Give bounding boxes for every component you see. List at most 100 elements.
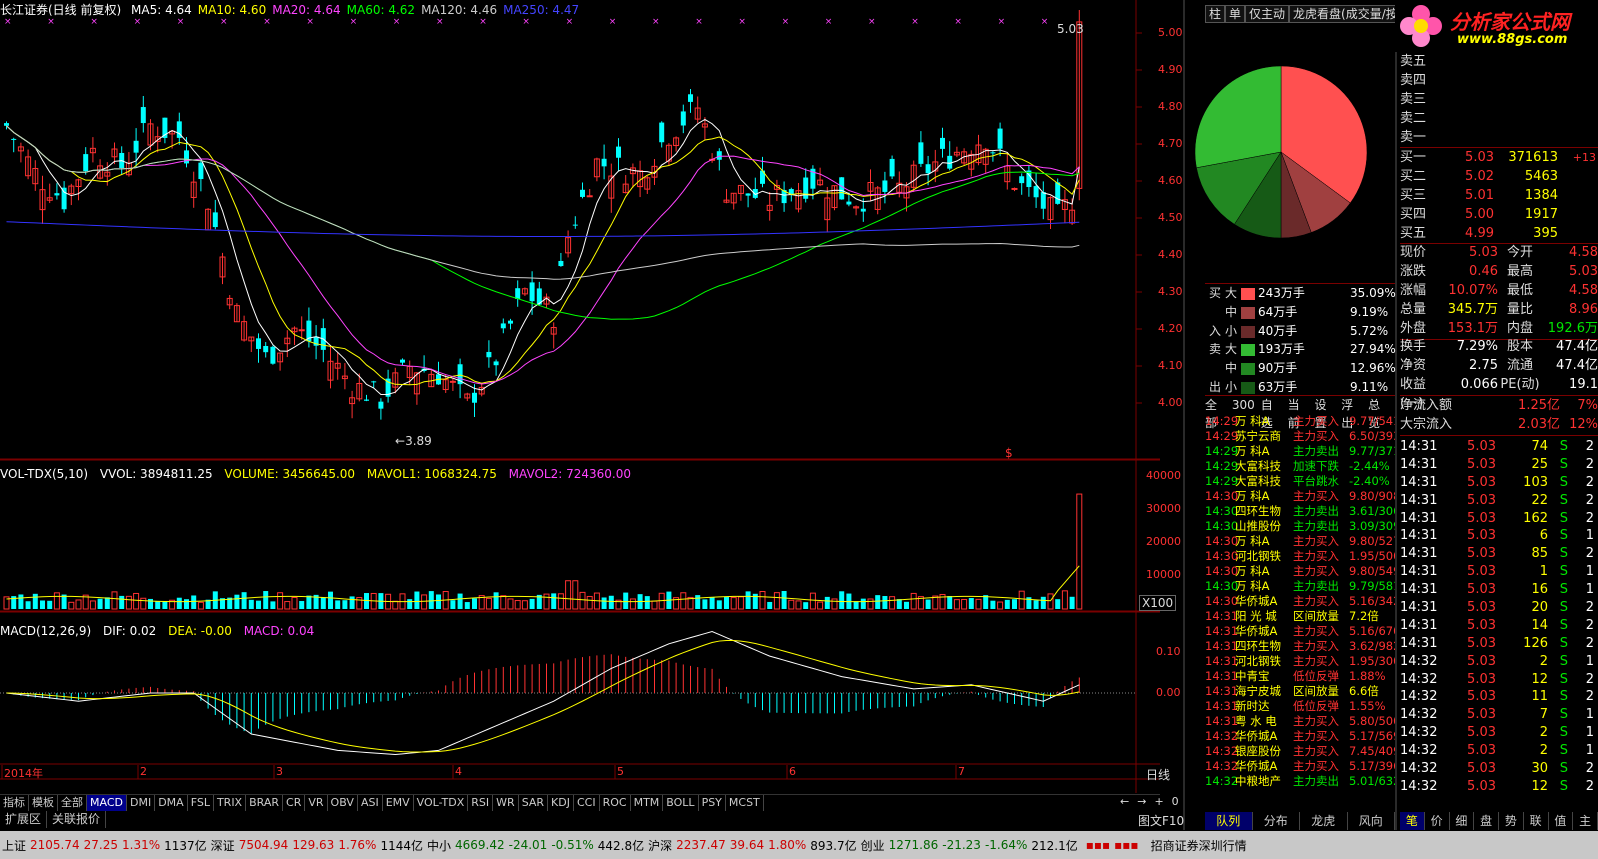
indicator-tab[interactable]: CCI xyxy=(574,795,600,811)
bottom-left-tab[interactable]: 龙虎 xyxy=(1300,812,1348,830)
indicator-tab[interactable]: PSY xyxy=(699,795,726,811)
flow-volume: 243万手 xyxy=(1258,286,1305,300)
right-panel-tab[interactable]: 单 xyxy=(1225,5,1246,23)
news-row[interactable]: 14:32银座股份主力买入 7.45/409 xyxy=(1205,744,1395,759)
indicator-tab[interactable]: OBV xyxy=(328,795,358,811)
indicator-tab[interactable]: TRIX xyxy=(214,795,247,811)
indicator-tab[interactable]: VR xyxy=(305,795,328,811)
stock-title[interactable]: 长江证券(日线 前复权) xyxy=(0,3,121,17)
flow-color-swatch xyxy=(1241,381,1255,394)
indicator-tab[interactable]: MCST xyxy=(726,795,764,811)
indicator-tab[interactable]: CR xyxy=(283,795,306,811)
indicator-tab[interactable]: RSI xyxy=(468,795,494,811)
news-row[interactable]: 14:31 新时达 低位反弹 1.55% xyxy=(1205,699,1395,714)
news-tab[interactable]: 总览 xyxy=(1368,396,1389,430)
quote-label: 股本 xyxy=(1506,339,1533,354)
news-tab[interactable]: 全部 xyxy=(1205,396,1226,430)
indicator-tab[interactable]: FSL xyxy=(188,795,214,811)
indicator-tab[interactable]: 模板 xyxy=(29,795,58,811)
news-row[interactable]: 14:31华侨城A 主力买入 5.16/670 xyxy=(1205,624,1395,639)
nav-arrow-button[interactable]: 0 xyxy=(1172,795,1179,808)
news-row[interactable]: 14:30河北钢铁主力买入 1.95/500 xyxy=(1205,549,1395,564)
news-row[interactable]: 14:32华侨城A 主力买入 5.17/569 xyxy=(1205,729,1395,744)
nav-arrow-button[interactable]: → xyxy=(1137,795,1146,808)
indicator-tab[interactable]: EMV xyxy=(383,795,414,811)
order-label: 卖一 xyxy=(1400,130,1427,145)
news-tab[interactable]: 自选 xyxy=(1261,396,1282,430)
news-row[interactable]: 14:32中粮地产主力卖出 5.01/632 xyxy=(1205,774,1395,789)
price-high-label: 5.03 xyxy=(1057,22,1084,36)
nav-arrow-button[interactable]: ← xyxy=(1120,795,1129,808)
news-row[interactable]: 14:31 阳 光 城 区间放量 7.2倍 xyxy=(1205,609,1395,624)
volume-bar xyxy=(702,599,708,609)
index-quote-item: 442.8亿 xyxy=(597,838,645,853)
news-row[interactable]: 14:31河北钢铁主力买入 1.95/300 xyxy=(1205,654,1395,669)
volume-bar xyxy=(997,601,1004,610)
right-panel-tab[interactable]: 柱 xyxy=(1205,5,1226,23)
bottom-left-tab[interactable]: 分布 xyxy=(1253,812,1300,830)
bottom-right-tab[interactable]: 细 xyxy=(1450,812,1475,830)
indicator-tab[interactable]: DMA xyxy=(155,795,188,811)
extension-tab[interactable]: 关联报价 xyxy=(47,811,107,828)
news-row[interactable]: 14:32华侨城A 主力买入 5.17/396 xyxy=(1205,759,1395,774)
tick-count: 2 xyxy=(1585,510,1594,526)
news-tab[interactable]: 300 xyxy=(1232,396,1255,414)
bottom-right-tab[interactable]: 价 xyxy=(1425,812,1450,830)
bottom-right-tab[interactable]: 笔 xyxy=(1400,812,1425,830)
news-row[interactable]: 14:31 海宁皮城 区间放量 6.6倍 xyxy=(1205,684,1395,699)
news-row[interactable]: 14:30万 科A 主力买入 9.80/549 xyxy=(1205,564,1395,579)
news-row[interactable]: 14:30万 科A 主力卖出 9.79/581 xyxy=(1205,579,1395,594)
candle-body xyxy=(54,193,60,196)
index-quote-item: 创业 xyxy=(860,838,885,853)
news-tab[interactable]: 设置 xyxy=(1314,396,1335,430)
indicator-tab[interactable]: MTM xyxy=(631,795,664,811)
extension-tab[interactable]: 扩展区 xyxy=(0,811,48,828)
bottom-right-tab[interactable]: 盘 xyxy=(1474,812,1499,830)
indicator-tab[interactable]: 指标 xyxy=(0,795,29,811)
news-row[interactable]: 14:31四环生物主力买入 3.62/982 xyxy=(1205,639,1395,654)
news-row[interactable]: 14:30万 科A 主力买入 9.80/908 xyxy=(1205,489,1395,504)
news-row[interactable]: 14:29苏宁云商主力买入 6.50/393 xyxy=(1205,429,1395,444)
news-row[interactable]: 14:29 大富科技 平台跳水 -2.40% xyxy=(1205,474,1395,489)
news-tab[interactable]: 浮出 xyxy=(1341,396,1362,430)
volume-bar xyxy=(507,598,514,610)
indicator-tab[interactable]: ASI xyxy=(358,795,383,811)
news-row[interactable]: 14:30山推股份主力卖出 3.09/309 xyxy=(1205,519,1395,534)
bottom-left-tab[interactable]: 风向 xyxy=(1348,812,1395,830)
tick-price: 5.03 xyxy=(1467,635,1496,651)
flow-color-swatch xyxy=(1241,325,1255,338)
bottom-right-tab[interactable]: 主 xyxy=(1573,812,1598,830)
indicator-tab[interactable]: 全部 xyxy=(58,795,87,811)
news-row[interactable]: 14:29万 科A 主力卖出 9.77/371 xyxy=(1205,444,1395,459)
bottom-right-tab[interactable]: 联 xyxy=(1524,812,1549,830)
indicator-tab[interactable]: BRAR xyxy=(246,795,284,811)
quote-row: 换手 7.29% 股本 47.4亿 xyxy=(1400,337,1598,356)
indicator-tab[interactable]: MACD xyxy=(87,795,127,811)
indicator-tab[interactable]: DMI xyxy=(127,795,156,811)
news-tab[interactable]: 当前 xyxy=(1288,396,1309,430)
news-row[interactable]: 14:30万 科A 主力买入 9.80/527 xyxy=(1205,534,1395,549)
news-row[interactable]: 14:30四环生物主力卖出 3.61/306 xyxy=(1205,504,1395,519)
news-row[interactable]: 14:30华侨城A 主力买入 5.16/342 xyxy=(1205,594,1395,609)
bottom-left-tab[interactable]: 队列 xyxy=(1205,812,1253,830)
news-row[interactable]: 14:31粤 水 电 主力买入 5.80/500 xyxy=(1205,714,1395,729)
period-label[interactable]: 日线 xyxy=(1146,766,1170,783)
news-row[interactable]: 14:29万 科A 主力买入 9.77/541 xyxy=(1205,414,1395,429)
indicator-tab[interactable]: SAR xyxy=(519,795,549,811)
tick-price: 5.03 xyxy=(1467,689,1496,705)
tuwen-button[interactable]: 图文F10 xyxy=(1138,812,1184,829)
bottom-right-tab[interactable]: 值 xyxy=(1549,812,1574,830)
bottom-right-tab[interactable]: 势 xyxy=(1499,812,1524,830)
news-row[interactable]: 14:31 中青宝 低位反弹 1.88% xyxy=(1205,669,1395,684)
indicator-tab[interactable]: ROC xyxy=(600,795,631,811)
indicator-tab[interactable]: BOLL xyxy=(663,795,699,811)
news-stock: 大富科技 xyxy=(1235,459,1281,473)
volume-bar xyxy=(436,594,441,609)
news-row[interactable]: 14:29 大富科技 加速下跌 -2.44% xyxy=(1205,459,1395,474)
right-panel-tab[interactable]: 仅主动 xyxy=(1245,5,1290,23)
nav-arrow-button[interactable]: + xyxy=(1154,795,1163,808)
indicator-tab[interactable]: KDJ xyxy=(548,795,574,811)
quote-label: 内盘 xyxy=(1506,321,1533,336)
indicator-tab[interactable]: VOL-TDX xyxy=(414,795,469,811)
indicator-tab[interactable]: WR xyxy=(493,795,519,811)
